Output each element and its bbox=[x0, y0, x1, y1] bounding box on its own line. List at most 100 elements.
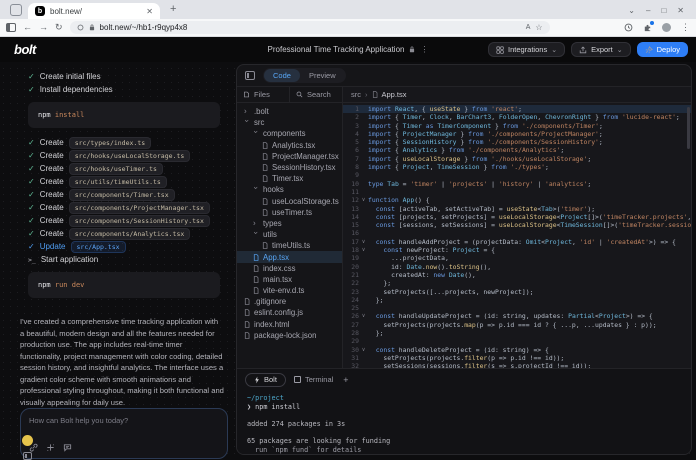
window-close-button[interactable]: ✕ bbox=[677, 6, 684, 15]
code-line-12[interactable]: 12 ∨ function App() { bbox=[343, 196, 691, 204]
enhance-icon[interactable] bbox=[46, 443, 55, 452]
tree-file-Analytics.tsx[interactable]: Analytics.tsx bbox=[237, 140, 342, 151]
code-line-1[interactable]: 1 import React, { useState } from 'react'… bbox=[343, 105, 691, 114]
file-path-badge[interactable]: src/utils/timeUtils.ts bbox=[68, 175, 167, 188]
window-minimize-button[interactable]: – bbox=[646, 6, 650, 15]
tree-folder-src[interactable]: › src bbox=[237, 117, 342, 128]
tab-group-icon[interactable] bbox=[10, 4, 22, 16]
deploy-button[interactable]: Deploy bbox=[636, 42, 688, 57]
reload-icon[interactable]: ↻ bbox=[55, 23, 63, 32]
extensions-puzzle-icon[interactable] bbox=[643, 21, 654, 32]
code-line-15[interactable]: 15 const [sessions, setSessions] = useLo… bbox=[343, 221, 691, 229]
code-line-13[interactable]: 13 const [activeTab, setActiveTab] = use… bbox=[343, 205, 691, 213]
code-line-32[interactable]: 32 setSessions(sessions.filter(s => s.pr… bbox=[343, 362, 691, 368]
chat-input-box[interactable] bbox=[20, 408, 228, 460]
code-line-6[interactable]: 6 import { Analytics } from './components… bbox=[343, 146, 691, 154]
tree-folder-utils[interactable]: › utils bbox=[237, 229, 342, 240]
extension-clock-icon[interactable] bbox=[624, 23, 633, 32]
file-path-badge[interactable]: src/components/Analytics.tsx bbox=[68, 227, 191, 240]
terminal-tab-terminal[interactable]: Terminal bbox=[293, 375, 333, 384]
chat-code-block[interactable]: npm run dev bbox=[28, 272, 220, 298]
terminal-output[interactable]: ~/project ❯ npm install added 274 package… bbox=[237, 390, 691, 454]
tree-file-useTimer.ts[interactable]: useTimer.ts bbox=[237, 207, 342, 218]
file-path-badge[interactable]: src/components/SessionHistory.tsx bbox=[68, 214, 210, 227]
code-line-14[interactable]: 14 const [projects, setProjects] = useLo… bbox=[343, 213, 691, 221]
file-path-badge[interactable]: src/hooks/useLocalStorage.ts bbox=[68, 149, 191, 162]
code-line-2[interactable]: 2 import { Timer, Clock, BarChart3, Folde… bbox=[343, 113, 691, 121]
code-line-5[interactable]: 5 import { SessionHistory } from './compo… bbox=[343, 138, 691, 146]
tree-file-SessionHistory.tsx[interactable]: SessionHistory.tsx bbox=[237, 162, 342, 173]
code-line-17[interactable]: 17 ∨ const handleAddProject = (projectDat… bbox=[343, 238, 691, 246]
tree-file-index.html[interactable]: index.html bbox=[237, 319, 342, 330]
window-maximize-button[interactable]: □ bbox=[661, 6, 666, 15]
side-panel-icon[interactable] bbox=[6, 23, 16, 32]
new-tab-button[interactable]: + bbox=[170, 3, 176, 15]
code-line-31[interactable]: 31 setProjects(projects.filter(p => p.id… bbox=[343, 354, 691, 362]
back-icon[interactable]: ← bbox=[23, 23, 32, 32]
tree-folder-components[interactable]: › components bbox=[237, 128, 342, 139]
tree-folder-types[interactable]: › types bbox=[237, 218, 342, 229]
address-bar[interactable]: bolt.new/~/hb1-r9qyp4x8 A ☆ bbox=[69, 21, 550, 34]
browser-menu-icon[interactable]: ⋮ bbox=[681, 22, 690, 33]
chat-mode-icon[interactable] bbox=[63, 443, 72, 452]
files-header[interactable]: Files bbox=[237, 87, 289, 102]
tab-preview[interactable]: Preview bbox=[300, 69, 345, 82]
code-line-21[interactable]: 21 createdAt: new Date(), bbox=[343, 271, 691, 279]
file-path-badge[interactable]: src/hooks/useTimer.ts bbox=[68, 162, 163, 175]
forward-icon[interactable]: → bbox=[39, 23, 48, 32]
breadcrumb-folder[interactable]: src bbox=[351, 90, 361, 99]
file-path-badge[interactable]: src/components/ProjectManager.tsx bbox=[68, 201, 210, 214]
tree-file-package-lock.json[interactable]: package-lock.json bbox=[237, 330, 342, 341]
chat-code-block[interactable]: npm install bbox=[28, 102, 220, 128]
code-line-28[interactable]: 28 }; bbox=[343, 329, 691, 337]
editor-scrollbar[interactable] bbox=[687, 107, 690, 149]
tree-file-index.css[interactable]: index.css bbox=[237, 263, 342, 274]
tree-file-vite-env.d.ts[interactable]: vite-env.d.ts bbox=[237, 285, 342, 296]
terminal-tab-bolt[interactable]: Bolt bbox=[245, 372, 286, 387]
code-line-19[interactable]: 19 ...projectData, bbox=[343, 254, 691, 262]
site-info-icon[interactable] bbox=[77, 24, 84, 31]
code-line-4[interactable]: 4 import { ProjectManager } from './compo… bbox=[343, 130, 691, 138]
tree-file-.gitignore[interactable]: .gitignore bbox=[237, 296, 342, 307]
file-path-badge[interactable]: src/App.tsx bbox=[70, 240, 126, 253]
tree-folder-hooks[interactable]: › hooks bbox=[237, 184, 342, 195]
code-line-3[interactable]: 3 import { Timer as TimerComponent } from… bbox=[343, 122, 691, 130]
code-line-20[interactable]: 20 id: Date.now().toString(), bbox=[343, 263, 691, 271]
code-line-27[interactable]: 27 setProjects(projects.map(p => p.id ==… bbox=[343, 321, 691, 329]
new-terminal-button[interactable]: + bbox=[343, 375, 348, 385]
browser-tab[interactable]: b bolt.new/ ✕ bbox=[28, 3, 160, 19]
profile-avatar[interactable] bbox=[662, 23, 671, 32]
file-path-badge[interactable]: src/types/index.ts bbox=[68, 136, 152, 149]
code-line-16[interactable]: 16 bbox=[343, 229, 691, 237]
tab-close-icon[interactable]: ✕ bbox=[146, 7, 153, 16]
code-line-22[interactable]: 22 }; bbox=[343, 279, 691, 287]
code-line-7[interactable]: 7 import { useLocalStorage } from './hook… bbox=[343, 155, 691, 163]
tree-folder-.bolt[interactable]: › .bolt bbox=[237, 106, 342, 117]
code-line-26[interactable]: 26 ∨ const handleUpdateProject = (id: str… bbox=[343, 312, 691, 320]
tree-file-main.tsx[interactable]: main.tsx bbox=[237, 274, 342, 285]
code-line-9[interactable]: 9 bbox=[343, 171, 691, 179]
code-line-25[interactable]: 25 bbox=[343, 304, 691, 312]
code-line-23[interactable]: 23 setProjects([...projects, newProject]… bbox=[343, 288, 691, 296]
code-line-11[interactable]: 11 bbox=[343, 188, 691, 196]
chat-input[interactable] bbox=[29, 416, 219, 447]
code-line-10[interactable]: 10 type Tab = 'timer' | 'projects' | 'his… bbox=[343, 180, 691, 188]
code-line-18[interactable]: 18 ∨ const newProject: Project = { bbox=[343, 246, 691, 254]
export-button[interactable]: Export ⌄ bbox=[571, 42, 631, 57]
tree-file-timeUtils.ts[interactable]: timeUtils.ts bbox=[237, 240, 342, 251]
tree-file-useLocalStorage.ts[interactable]: useLocalStorage.ts bbox=[237, 196, 342, 207]
breadcrumb-file[interactable]: App.tsx bbox=[382, 90, 407, 99]
tree-file-Timer.tsx[interactable]: Timer.tsx bbox=[237, 173, 342, 184]
tree-file-App.tsx[interactable]: App.tsx bbox=[237, 251, 342, 263]
code-line-24[interactable]: 24 }; bbox=[343, 296, 691, 304]
integrations-button[interactable]: Integrations ⌄ bbox=[488, 42, 566, 57]
help-badge[interactable] bbox=[22, 435, 33, 446]
tab-code[interactable]: Code bbox=[264, 69, 300, 82]
file-path-badge[interactable]: src/components/Timer.tsx bbox=[68, 188, 175, 201]
tree-file-ProjectManager.tsx[interactable]: ProjectManager.tsx bbox=[237, 151, 342, 162]
collapse-sidebar-icon[interactable] bbox=[23, 452, 32, 460]
code-line-29[interactable]: 29 bbox=[343, 337, 691, 345]
toggle-panel-icon[interactable] bbox=[245, 71, 255, 80]
search-button[interactable]: Search bbox=[289, 87, 342, 102]
code-line-30[interactable]: 30 ∨ const handleDeleteProject = (id: str… bbox=[343, 346, 691, 354]
